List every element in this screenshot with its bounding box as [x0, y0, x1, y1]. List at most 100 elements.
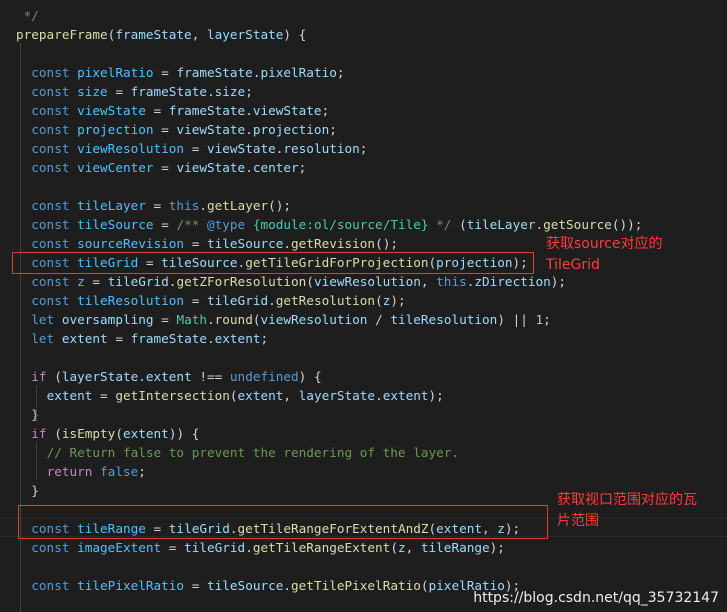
- code-token: getLayer: [207, 198, 269, 213]
- code-token: =: [84, 274, 108, 289]
- code-line[interactable]: [0, 348, 727, 367]
- code-line[interactable]: const projection = viewState.projection;: [0, 120, 727, 139]
- code-token: frameState: [115, 27, 192, 42]
- code-line[interactable]: }: [0, 405, 727, 424]
- code-token: const: [31, 578, 70, 593]
- code-token: viewState: [176, 122, 246, 137]
- code-token: const: [31, 160, 70, 175]
- annotation-tilegrid-line2: TileGrid: [546, 257, 600, 273]
- code-token: viewResolution: [260, 312, 368, 327]
- code-line[interactable]: let extent = frameState.extent;: [0, 329, 727, 348]
- code-token: 1: [535, 312, 544, 327]
- code-token: .: [535, 217, 544, 232]
- code-token: .: [138, 369, 146, 384]
- code-token: =: [153, 217, 177, 232]
- code-line[interactable]: const tileLayer = this.getLayer();: [0, 196, 727, 215]
- highlight-box-tilegrid: [12, 252, 534, 274]
- code-token: const: [31, 122, 70, 137]
- code-token: .: [245, 540, 253, 555]
- code-token: tileSource: [207, 236, 284, 251]
- code-line[interactable]: const size = frameState.size;: [0, 82, 727, 101]
- code-line[interactable]: const pixelRatio = frameState.pixelRatio…: [0, 63, 727, 82]
- code-token: const: [31, 84, 70, 99]
- code-token: tileLayer: [77, 198, 146, 213]
- code-token: extent: [145, 369, 192, 384]
- code-token: const: [31, 141, 70, 156]
- code-token: getZForResolution: [176, 274, 307, 289]
- code-line[interactable]: [0, 44, 727, 63]
- code-line[interactable]: [0, 177, 727, 196]
- code-token: frameState: [176, 65, 253, 80]
- code-token: (: [390, 540, 398, 555]
- code-token: */: [428, 217, 452, 232]
- code-token: {module:ol/source/Tile}: [252, 217, 429, 232]
- code-token: frameState: [130, 331, 207, 346]
- code-token: .: [268, 293, 276, 308]
- code-token: =: [153, 160, 177, 175]
- code-token: ,: [191, 27, 207, 42]
- annotation-tilegrid: 获取source对应的 TileGrid: [546, 234, 663, 276]
- code-token: ) {: [283, 27, 307, 42]
- code-line[interactable]: const viewState = frameState.viewState;: [0, 101, 727, 120]
- code-token: size: [214, 84, 246, 99]
- code-token: getSource: [543, 217, 612, 232]
- code-token: const: [31, 293, 70, 308]
- code-line[interactable]: extent = getIntersection(extent, layerSt…: [0, 386, 727, 405]
- code-token: prepareFrame: [16, 27, 108, 42]
- code-token: oversampling: [61, 312, 154, 327]
- code-token: sourceRevision: [77, 236, 185, 251]
- code-token: const: [31, 217, 70, 232]
- code-line[interactable]: const viewCenter = viewState.center;: [0, 158, 727, 177]
- code-line[interactable]: if (isEmpty(extent)) {: [0, 424, 727, 443]
- code-token: resolution: [283, 141, 360, 156]
- code-token: =: [184, 141, 207, 156]
- code-token: return: [46, 464, 93, 479]
- code-line[interactable]: let oversampling = Math.round(viewResolu…: [0, 310, 727, 329]
- code-line[interactable]: const imageExtent = tileGrid.getTileRang…: [0, 538, 727, 557]
- code-token: frameState: [130, 84, 207, 99]
- code-token: viewResolution: [77, 141, 185, 156]
- code-token: ;: [298, 160, 307, 175]
- code-token: const: [31, 198, 70, 213]
- code-line[interactable]: const tileResolution = tileGrid.getResol…: [0, 291, 727, 310]
- code-line[interactable]: */: [0, 6, 727, 25]
- code-token: tileResolution: [390, 312, 498, 327]
- code-token: (: [306, 274, 314, 289]
- code-token: =: [184, 293, 207, 308]
- code-token: extent: [214, 331, 261, 346]
- code-token: );: [489, 540, 505, 555]
- code-line[interactable]: // Return false to prevent the rendering…: [0, 443, 727, 462]
- code-line[interactable]: const tileSource = /** @type {module:ol/…: [0, 215, 727, 234]
- code-token: ;: [245, 84, 253, 99]
- code-token: .: [199, 198, 207, 213]
- code-token: =: [153, 65, 177, 80]
- watermark: https://blog.csdn.net/qq_35732147: [473, 590, 719, 606]
- code-token: Math: [176, 312, 207, 327]
- code-token: (: [420, 578, 429, 593]
- highlight-box-tilerange: [18, 505, 548, 539]
- code-line[interactable]: return false;: [0, 462, 727, 481]
- code-token: let: [31, 331, 55, 346]
- code-token: getRevision: [291, 236, 376, 251]
- code-token: =: [145, 103, 169, 118]
- code-line[interactable]: const viewResolution = viewState.resolut…: [0, 139, 727, 158]
- code-line[interactable]: prepareFrame(frameState, layerState) {: [0, 25, 727, 44]
- code-token: viewState: [176, 160, 246, 175]
- code-token: extent: [237, 388, 284, 403]
- code-token: tileGrid: [207, 293, 269, 308]
- code-line[interactable]: if (layerState.extent !== undefined) {: [0, 367, 727, 386]
- code-token: if: [31, 426, 47, 441]
- code-token: =: [161, 540, 185, 555]
- code-token: ) ||: [497, 312, 536, 327]
- code-editor[interactable]: */prepareFrame(frameState, layerState) {…: [0, 0, 727, 612]
- code-token: .: [375, 388, 383, 403]
- code-line[interactable]: [0, 557, 727, 576]
